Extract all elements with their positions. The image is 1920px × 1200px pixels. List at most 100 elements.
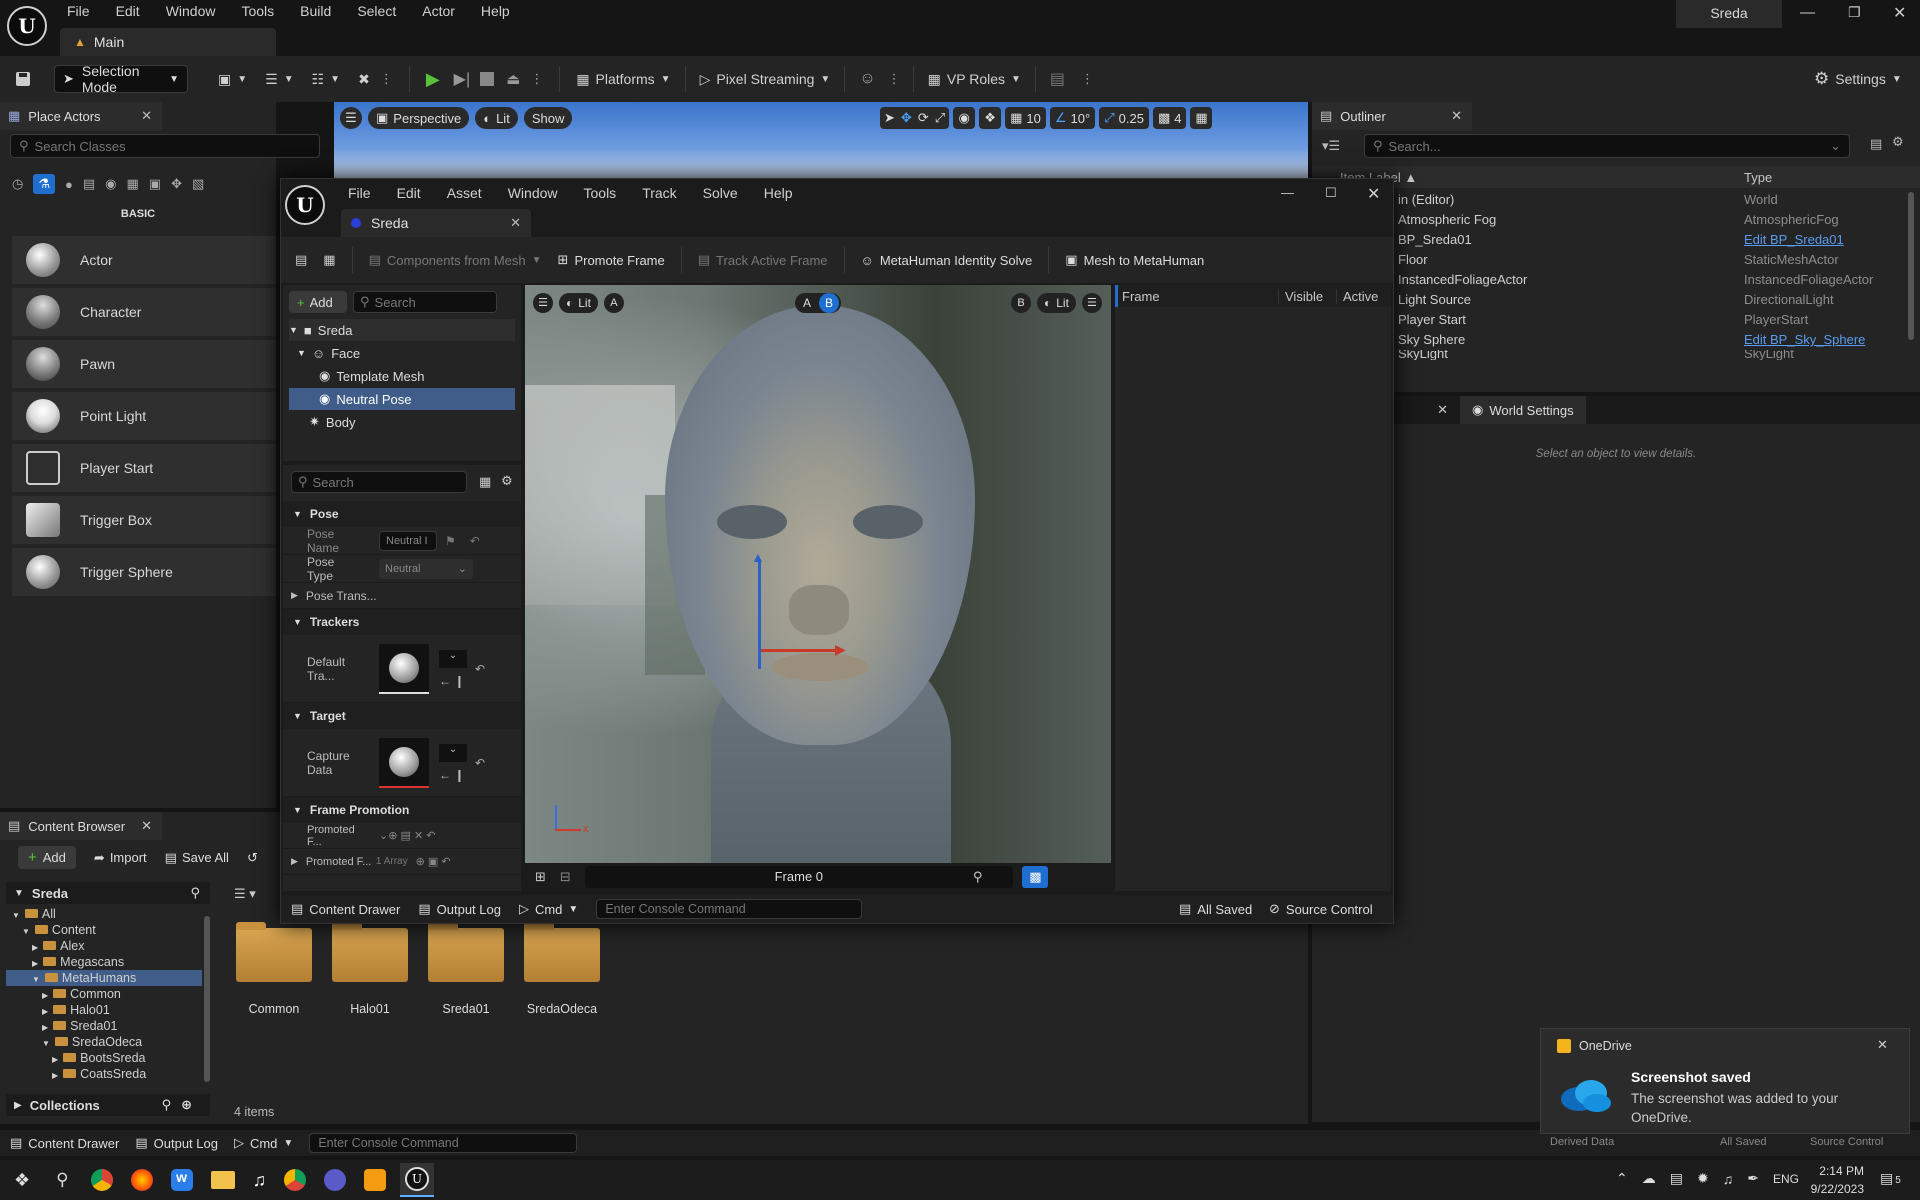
menu-build[interactable]: Build xyxy=(287,3,344,19)
wrike-icon[interactable]: w xyxy=(170,1169,193,1191)
tree-expander-icon[interactable]: ▶ xyxy=(42,1023,48,1032)
tree-expander-icon[interactable]: ▼ xyxy=(42,1039,50,1048)
cb-tree-item[interactable]: ▼ SredaOdeca xyxy=(6,1034,202,1050)
cinematic-icon[interactable]: ▤ xyxy=(83,176,95,192)
mh-menu-track[interactable]: Track xyxy=(629,185,689,201)
display-icon[interactable]: ▤ xyxy=(1670,1170,1683,1187)
outliner-row[interactable]: Atmospheric Fog AtmosphericFog xyxy=(1398,210,1908,230)
gizmo-z-axis[interactable] xyxy=(758,559,761,669)
cb-tree-item[interactable]: ▶ BootsSreda xyxy=(6,1050,202,1066)
platforms-dropdown[interactable]: ▦ Platforms ▼ xyxy=(576,71,670,88)
cb-import-button[interactable]: ➦ Import xyxy=(94,850,147,866)
close-button[interactable]: ✕ xyxy=(1893,3,1906,23)
asset-picker-icon[interactable]: ⌄ xyxy=(439,743,467,762)
section-target[interactable]: ▼ Target xyxy=(283,703,521,729)
collections-header[interactable]: ▶ Collections ⚲ ⊕ xyxy=(6,1094,210,1116)
tab-main[interactable]: ▲ Main xyxy=(60,28,276,56)
mh-menu-asset[interactable]: Asset xyxy=(434,185,495,201)
mh-menu-edit[interactable]: Edit xyxy=(384,185,434,201)
viewport-menu-icon[interactable]: ☰ xyxy=(533,293,553,313)
browse-icon[interactable]: ▦ xyxy=(323,252,335,268)
mh-minimize-button[interactable]: — xyxy=(1281,185,1294,200)
actor-item-pawn[interactable]: Pawn xyxy=(12,340,276,388)
tree-expander-icon[interactable]: ▶ xyxy=(42,1007,48,1016)
lights-icon[interactable]: ● xyxy=(65,177,73,192)
vp-roles-dropdown[interactable]: ▦ VP Roles ▼ xyxy=(928,71,1021,88)
blueprints-icon[interactable]: ☰ ▼ xyxy=(265,71,293,88)
app-orange-icon[interactable] xyxy=(364,1169,387,1191)
cb-tree-item[interactable]: ▶ Common xyxy=(6,986,202,1002)
discord-icon[interactable] xyxy=(324,1169,347,1191)
mh-maximize-button[interactable]: ☐ xyxy=(1325,185,1337,201)
actor-item-character[interactable]: Character xyxy=(12,288,276,336)
source-control-button[interactable]: ⊘ Source Control xyxy=(1269,901,1373,917)
lit-button-b[interactable]: ◐ Lit xyxy=(1037,293,1076,313)
array-controls[interactable]: ⊕ ▣ ↶ xyxy=(416,855,451,868)
tab-sreda[interactable]: Sreda ✕ xyxy=(341,209,531,237)
volumes-icon[interactable]: ▣ xyxy=(149,176,161,192)
content-drawer-button[interactable]: ▤ Content Drawer xyxy=(291,901,400,917)
outliner-row[interactable]: Floor StaticMeshActor xyxy=(1398,250,1908,270)
column-visible[interactable]: Visible xyxy=(1278,288,1336,304)
all-saved-button[interactable]: ▤ All Saved xyxy=(1179,901,1252,917)
actor-item-player-start[interactable]: Player Start xyxy=(12,444,276,492)
language-indicator[interactable]: ENG xyxy=(1773,1172,1799,1186)
cmd-dropdown[interactable]: ▷ Cmd ▼ xyxy=(234,1135,293,1151)
actor-item-trigger-box[interactable]: Trigger Box xyxy=(12,496,276,544)
all-classes-icon[interactable]: ✥ xyxy=(171,176,182,192)
tree-item-body[interactable]: ✷ Body xyxy=(309,411,356,433)
output-log-button[interactable]: ▤ Output Log xyxy=(418,901,501,917)
tiktok-icon[interactable]: ♫ xyxy=(253,1170,267,1191)
close-tab-icon[interactable]: ✕ xyxy=(141,108,152,124)
more-options-icon[interactable]: ⋮ xyxy=(380,71,393,87)
menu-help[interactable]: Help xyxy=(468,3,523,19)
select-tool-icon[interactable]: ➤ xyxy=(884,110,895,126)
console-input[interactable]: Enter Console Command xyxy=(596,899,863,919)
basic-category-icon[interactable]: ⚗ xyxy=(33,174,55,194)
pose-name-input[interactable]: Neutral I xyxy=(379,530,437,551)
camera-speed-button[interactable]: ▩ 4 xyxy=(1152,107,1187,129)
add-content-icon[interactable]: ▣ ▼ xyxy=(218,71,247,88)
file-explorer-icon[interactable] xyxy=(210,1171,235,1189)
lit-button[interactable]: ◐ Lit xyxy=(559,293,598,313)
restore-button[interactable]: ❐ xyxy=(1848,4,1861,21)
cmd-dropdown[interactable]: ▷ Cmd ▼ xyxy=(519,901,578,917)
revision-options-icon[interactable]: ⋮ xyxy=(1081,71,1094,87)
unreal-logo[interactable]: U xyxy=(7,6,47,46)
close-tab-icon[interactable]: ✕ xyxy=(141,818,152,834)
remove-frame-icon[interactable]: ⊟ xyxy=(560,869,571,885)
settings-dropdown[interactable]: ⚙ Settings ▼ xyxy=(1814,69,1902,89)
tree-expander-icon[interactable]: ▶ xyxy=(32,959,38,968)
add-folder-icon[interactable]: ▤ xyxy=(1870,136,1882,152)
surface-snap-icon[interactable]: ❖ xyxy=(979,107,1002,129)
cb-filter-icon[interactable]: ☰ ▾ xyxy=(234,886,256,902)
table-view-icon[interactable]: ▦ xyxy=(479,474,491,490)
derived-data-button[interactable]: Derived Data xyxy=(1550,1136,1614,1148)
use-selected-icon[interactable]: ← ❙ xyxy=(439,768,467,782)
components-from-mesh-button[interactable]: ▤ Components from Mesh ▼ xyxy=(369,252,542,268)
lit-button[interactable]: ◐ Lit xyxy=(475,107,518,129)
column-active[interactable]: Active xyxy=(1336,288,1378,304)
tree-item-sreda[interactable]: ▼ ■ Sreda xyxy=(289,319,515,341)
capture-thumbnail[interactable] xyxy=(379,737,429,788)
tab-outliner[interactable]: ▤ Outliner ✕ xyxy=(1312,102,1472,130)
content-drawer-button[interactable]: ▤ Content Drawer xyxy=(10,1135,119,1151)
details-search-input[interactable]: ⚲ Search xyxy=(291,471,467,493)
viewport-menu-icon[interactable]: ☰ xyxy=(1081,293,1102,313)
rotate-tool-icon[interactable]: ⟳ xyxy=(918,110,929,126)
search-icon[interactable]: ⚲ xyxy=(190,885,200,901)
tree-expander-icon[interactable]: ▶ xyxy=(52,1071,58,1080)
step-icon[interactable]: ▶| xyxy=(454,69,470,89)
tree-expander-icon[interactable]: ▼ xyxy=(22,927,30,936)
mh-menu-file[interactable]: File xyxy=(335,185,384,201)
save-icon[interactable]: ▤ xyxy=(295,252,307,268)
cb-tree-item[interactable]: ▶ CoatsSreda xyxy=(6,1066,202,1082)
console-input[interactable]: Enter Console Command xyxy=(309,1133,578,1153)
source-control-button[interactable]: Source Control xyxy=(1810,1136,1883,1148)
move-tool-icon[interactable]: ✥ xyxy=(901,110,912,126)
modeling-icon[interactable]: ✖ xyxy=(358,71,370,88)
rotation-snap-button[interactable]: ∠ 10° xyxy=(1049,107,1096,129)
history-back-icon[interactable]: ↺ xyxy=(247,850,258,866)
tree-expander-icon[interactable]: ▶ xyxy=(32,943,38,952)
visual-effects-icon[interactable]: ◉ xyxy=(105,176,116,192)
